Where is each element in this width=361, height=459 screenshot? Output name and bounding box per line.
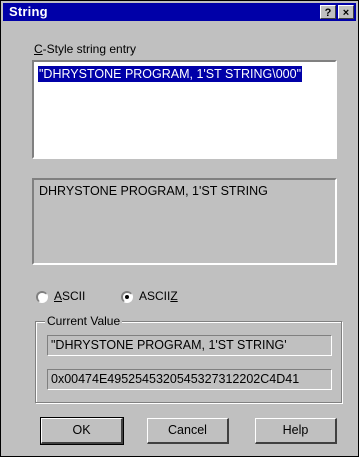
asciiz-radio[interactable] (121, 291, 133, 303)
string-entry-field[interactable]: "DHRYSTONE PROGRAM, 1'ST STRING\000" (32, 60, 337, 159)
current-hex-value: 0x00474E4952545320545327312202C4D41 (51, 372, 300, 386)
dialog-title: String (9, 4, 48, 19)
string-dialog: String ? × C-Style string entry "DHRYSTO… (0, 0, 359, 457)
asciiz-radio-label[interactable]: ASCIIZ (139, 289, 178, 303)
string-preview-box: DHRYSTONE PROGRAM, 1'ST STRING (32, 178, 337, 265)
ascii-radio-label[interactable]: ASCII (54, 289, 85, 303)
string-entry-selected-text: "DHRYSTONE PROGRAM, 1'ST STRING\000" (38, 66, 303, 82)
close-button[interactable]: × (338, 5, 354, 19)
string-preview-text: DHRYSTONE PROGRAM, 1'ST STRING (39, 184, 268, 198)
current-string-field: "DHRYSTONE PROGRAM, 1'ST STRING' (47, 335, 332, 356)
current-string-value: "DHRYSTONE PROGRAM, 1'ST STRING' (51, 338, 287, 352)
cancel-button[interactable]: Cancel (147, 418, 229, 444)
current-value-group (35, 321, 342, 403)
help-titlebar-button[interactable]: ? (320, 5, 336, 19)
radio-selected-dot (125, 295, 129, 299)
ok-button[interactable]: OK (40, 417, 124, 445)
ascii-radio[interactable] (36, 291, 48, 303)
title-bar: String ? × (3, 3, 356, 21)
entry-label: C-Style string entry (34, 42, 137, 56)
help-button[interactable]: Help (255, 418, 337, 444)
current-value-legend: Current Value (45, 314, 123, 328)
current-hex-field: 0x00474E4952545320545327312202C4D41 (47, 369, 332, 390)
close-icon: × (342, 7, 350, 19)
question-icon: ? (324, 7, 332, 19)
